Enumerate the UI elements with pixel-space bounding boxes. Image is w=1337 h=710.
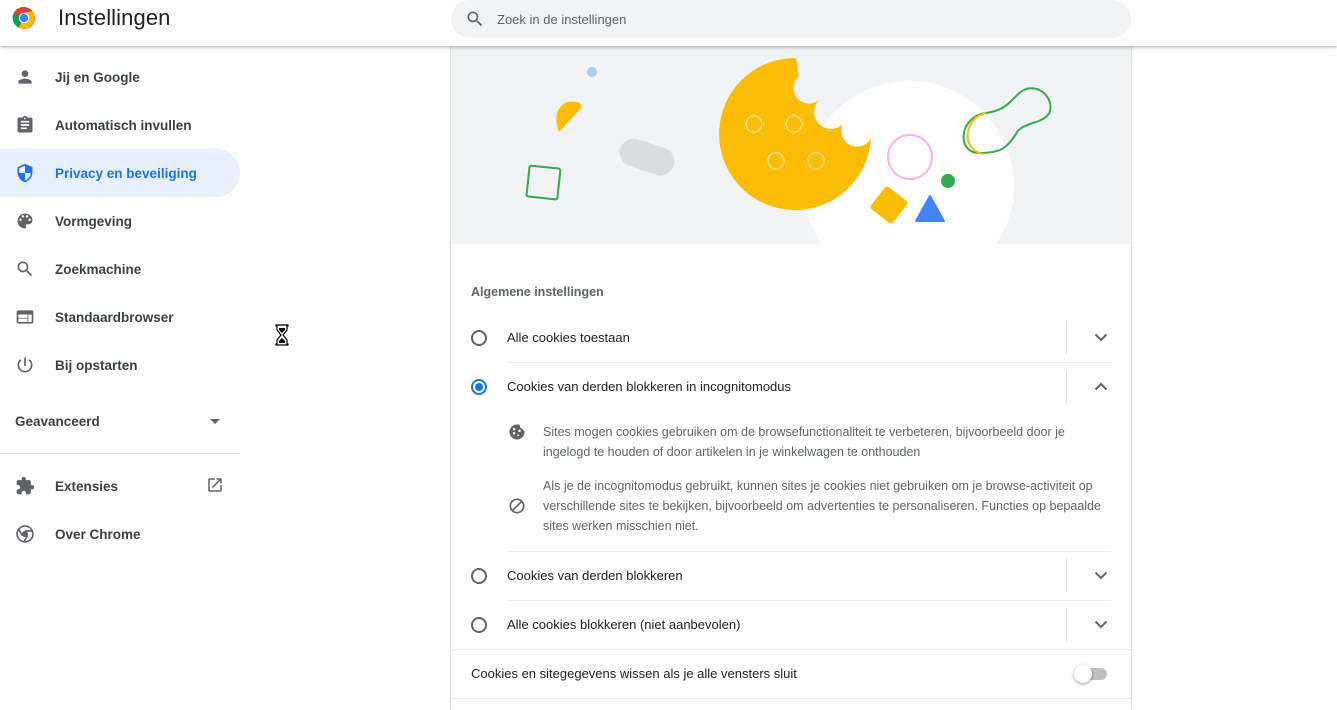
search-box[interactable] bbox=[451, 0, 1131, 38]
cookie-icon bbox=[507, 422, 527, 447]
sidebar-item-label: Jij en Google bbox=[55, 69, 140, 85]
person-icon bbox=[15, 67, 35, 87]
sidebar-item-default-browser[interactable]: Standaardbrowser bbox=[0, 293, 240, 341]
open-in-new-icon bbox=[208, 478, 222, 492]
option-label: Cookies van derden blokkeren bbox=[507, 568, 683, 583]
detail-text: Als je de incognitomodus gebruikt, kunne… bbox=[543, 479, 1101, 533]
sidebar-item-privacy[interactable]: Privacy en beveiliging bbox=[0, 149, 240, 197]
browser-window-icon bbox=[15, 307, 35, 327]
radio-button[interactable] bbox=[471, 329, 487, 346]
clipboard-icon bbox=[15, 115, 35, 135]
shield-icon bbox=[15, 163, 35, 183]
sidebar-item-label: Privacy en beveiliging bbox=[55, 165, 197, 181]
sidebar-item-extensions[interactable]: Extensies bbox=[0, 462, 240, 510]
sidebar: Jij en Google Automatisch invullen Priva… bbox=[0, 53, 240, 558]
detail-text: Sites mogen cookies gebruiken om de brow… bbox=[543, 425, 1065, 459]
toggle-knob bbox=[1074, 665, 1092, 683]
advanced-toggle[interactable]: Geavanceerd bbox=[0, 397, 240, 445]
sidebar-item-label: Over Chrome bbox=[55, 526, 141, 542]
cookie-illustration bbox=[451, 46, 1131, 244]
sidebar-item-search-engine[interactable]: Zoekmachine bbox=[0, 245, 240, 293]
page-title: Instellingen bbox=[58, 5, 171, 30]
chevron-down-icon[interactable] bbox=[1091, 327, 1111, 347]
chevron-down-icon[interactable] bbox=[1091, 614, 1111, 634]
option-detail: Sites mogen cookies gebruiken om de brow… bbox=[507, 422, 1107, 462]
option-detail: Als je de incognitomodus gebruikt, kunne… bbox=[507, 476, 1107, 536]
sidebar-divider bbox=[0, 453, 240, 454]
row-separator bbox=[1066, 321, 1067, 354]
power-icon bbox=[15, 355, 35, 375]
row-separator bbox=[1066, 370, 1067, 403]
option-label: Alle cookies blokkeren (niet aanbevolen) bbox=[507, 617, 741, 632]
sidebar-item-label: Extensies bbox=[55, 478, 119, 494]
advanced-label: Geavanceerd bbox=[15, 413, 100, 429]
option-label: Alle cookies toestaan bbox=[507, 330, 630, 345]
cookie-option-allow-all[interactable]: Alle cookies toestaan bbox=[471, 313, 1111, 362]
chrome-outline-icon bbox=[15, 524, 35, 544]
sidebar-item-you-and-google[interactable]: Jij en Google bbox=[0, 53, 240, 101]
sidebar-item-label: Zoekmachine bbox=[55, 261, 142, 277]
option-label: Cookies van derden blokkeren in incognit… bbox=[507, 379, 792, 394]
search-icon bbox=[15, 259, 35, 279]
block-icon bbox=[507, 496, 527, 521]
caret-down-icon bbox=[210, 419, 220, 424]
chrome-logo bbox=[12, 6, 35, 29]
cookie-option-block-all[interactable]: Alle cookies blokkeren (niet aanbevolen) bbox=[471, 600, 1111, 649]
palette-icon bbox=[15, 211, 35, 231]
top-bar: Instellingen bbox=[0, 0, 1337, 46]
radio-button-selected[interactable] bbox=[471, 378, 487, 395]
row-separator bbox=[1066, 608, 1067, 641]
clear-on-exit-row[interactable]: Cookies en sitegegevens wissen als je al… bbox=[471, 649, 1111, 698]
chevron-down-icon[interactable] bbox=[1091, 565, 1111, 585]
sidebar-item-label: Standaardbrowser bbox=[55, 309, 174, 325]
cookie-option-block-third-party[interactable]: Cookies van derden blokkeren bbox=[471, 551, 1111, 600]
hourglass-cursor-icon bbox=[275, 324, 289, 346]
search-icon bbox=[467, 11, 483, 27]
sidebar-item-label: Vormgeving bbox=[55, 213, 133, 229]
sidebar-item-label: Automatisch invullen bbox=[55, 117, 192, 133]
clear-on-exit-label: Cookies en sitegegevens wissen als je al… bbox=[471, 666, 797, 681]
sidebar-item-about-chrome[interactable]: Over Chrome bbox=[0, 510, 240, 558]
cookie-option-block-third-party-incognito[interactable]: Cookies van derden blokkeren in incognit… bbox=[471, 362, 1111, 411]
section-divider bbox=[451, 698, 1131, 699]
sidebar-item-autofill[interactable]: Automatisch invullen bbox=[0, 101, 240, 149]
radio-button[interactable] bbox=[471, 567, 487, 584]
row-separator bbox=[1066, 559, 1067, 592]
puzzle-icon bbox=[15, 476, 35, 496]
clear-on-exit-toggle[interactable] bbox=[1074, 665, 1108, 683]
sidebar-item-appearance[interactable]: Vormgeving bbox=[0, 197, 240, 245]
chevron-up-icon[interactable] bbox=[1091, 376, 1111, 396]
sidebar-item-on-startup[interactable]: Bij opstarten bbox=[0, 341, 240, 389]
sidebar-item-label: Bij opstarten bbox=[55, 357, 138, 373]
radio-button[interactable] bbox=[471, 616, 487, 633]
search-input[interactable] bbox=[497, 0, 1097, 38]
section-title: Algemene instellingen bbox=[471, 285, 604, 299]
cookie-settings-card: Algemene instellingen Alle cookies toest… bbox=[451, 46, 1131, 710]
